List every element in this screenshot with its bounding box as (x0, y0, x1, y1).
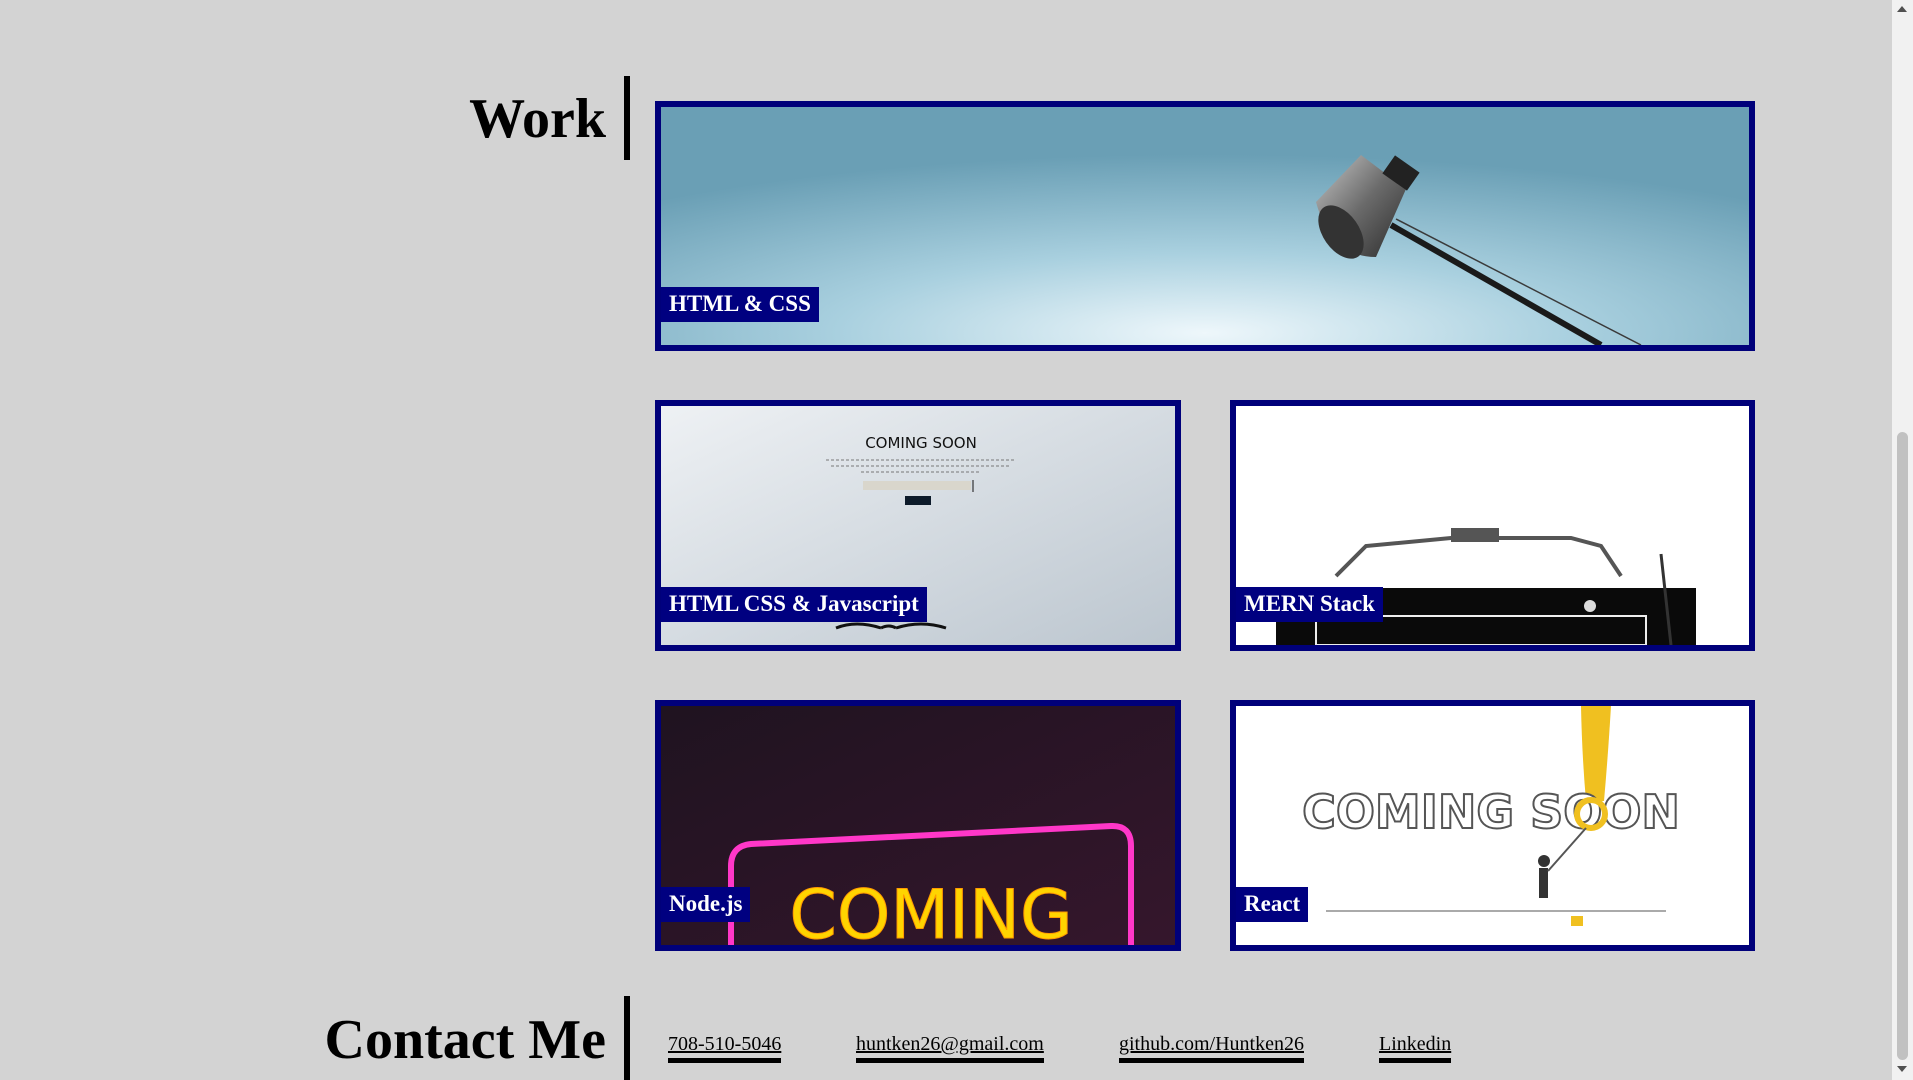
work-heading-divider (624, 76, 630, 160)
coming-soon-page-title: COMING SOON (865, 434, 977, 452)
project-card-react[interactable]: COMING SOON React (1230, 700, 1755, 951)
scroll-thumb[interactable] (1897, 432, 1908, 1060)
project-label: HTML CSS & Javascript (661, 587, 927, 622)
neon-sign-text: COMING (789, 876, 1072, 945)
project-label: Node.js (661, 887, 751, 922)
email-link[interactable]: huntken26@gmail.com (856, 1032, 1044, 1063)
scroll-up-arrow-icon[interactable] (1897, 6, 1907, 12)
project-card-mern-stack[interactable]: MERN Stack (1230, 400, 1755, 651)
contact-heading: Contact Me (324, 1009, 606, 1071)
scroll-down-arrow-icon[interactable] (1897, 1066, 1907, 1072)
project-card-html-css-javascript[interactable]: COMING SOON HTML CSS & Javascript (655, 400, 1181, 651)
coming-soon-painter-image: COMING SOON (1236, 706, 1749, 945)
github-link[interactable]: github.com/Huntken26 (1119, 1032, 1304, 1063)
project-label: React (1236, 887, 1309, 922)
project-card-html-css[interactable]: HTML & CSS (655, 101, 1755, 351)
project-label: HTML & CSS (661, 287, 819, 322)
project-card-nodejs[interactable]: COMING Node.js (655, 700, 1181, 951)
project-label: MERN Stack (1236, 587, 1383, 622)
phone-link[interactable]: 708-510-5046 (668, 1032, 782, 1063)
linkedin-link[interactable]: Linkedin (1379, 1032, 1452, 1063)
page-scrollbar[interactable] (1892, 0, 1913, 1080)
coming-soon-painter-text: COMING SOON (1302, 785, 1680, 839)
work-heading: Work (469, 88, 606, 150)
desk-lamp-image (661, 107, 1749, 345)
contact-heading-divider (624, 996, 630, 1080)
